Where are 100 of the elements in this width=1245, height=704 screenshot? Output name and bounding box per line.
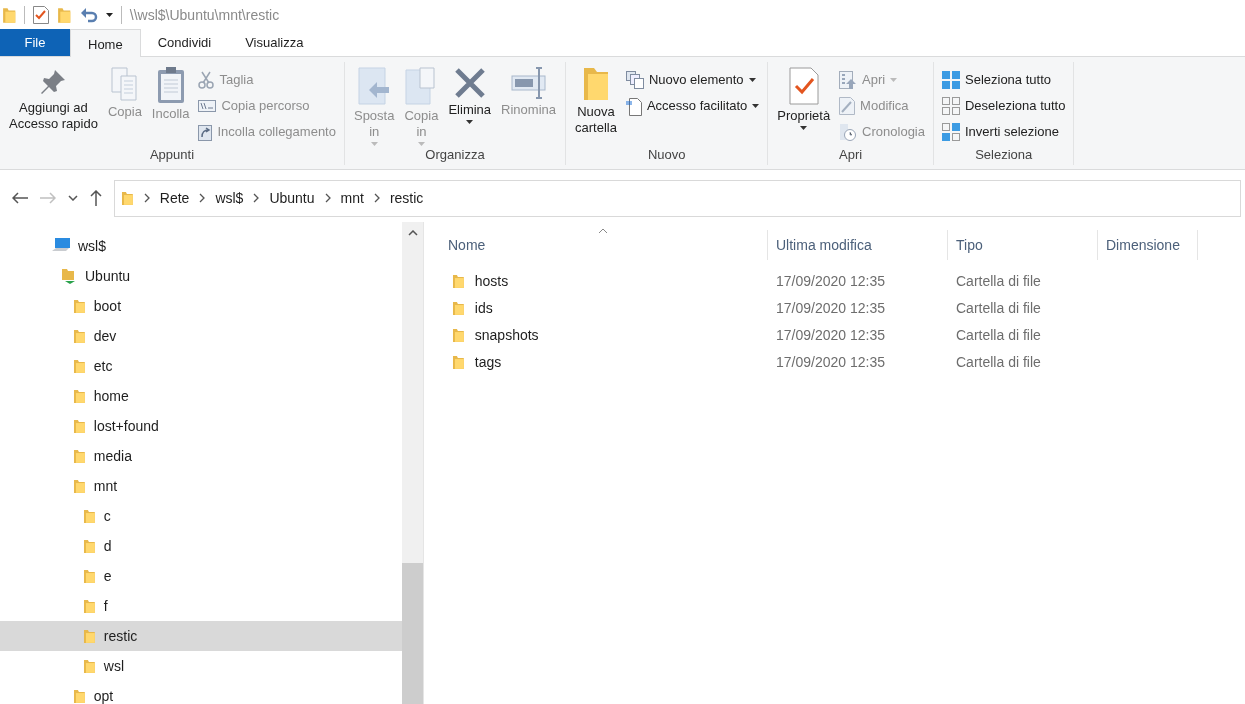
file-row[interactable]: hosts 17/09/2020 12:35 Cartella di file <box>440 267 1245 294</box>
back-arrow-icon <box>12 192 28 204</box>
folder-icon <box>83 568 96 584</box>
tree-item[interactable]: d <box>0 531 402 561</box>
folder-icon <box>83 628 96 644</box>
tree-label: opt <box>93 688 114 704</box>
ribbon-button[interactable]: Deseleziona tutto <box>940 94 1068 117</box>
tree-label: media <box>93 448 132 464</box>
file-row[interactable]: tags 17/09/2020 12:35 Cartella di file <box>440 348 1245 375</box>
tree-item[interactable]: f <box>0 591 402 621</box>
tree-label: lost+found <box>93 418 159 434</box>
column-header[interactable]: Ultima modifica <box>768 229 948 260</box>
tree-label: restic <box>103 628 138 644</box>
easy-access-icon <box>625 95 642 116</box>
tree-label: d <box>103 538 112 554</box>
breadcrumb[interactable]: restic <box>389 190 424 206</box>
group-label: Seleziona <box>974 147 1034 164</box>
ribbon-button[interactable]: Seleziona tutto <box>940 68 1068 91</box>
forward-arrow-icon <box>40 192 56 204</box>
file-tab[interactable]: File <box>0 29 70 56</box>
properties-icon <box>787 66 820 106</box>
sort-up-icon <box>598 228 608 234</box>
shortcut-icon <box>198 122 213 141</box>
ribbon-button[interactable]: Inverti selezione <box>940 120 1068 143</box>
folder-icon <box>73 448 86 464</box>
ribbon-tab[interactable]: Visualizza <box>228 29 321 56</box>
tree-item[interactable]: e <box>0 561 402 591</box>
caret-icon <box>370 142 378 146</box>
group-label: Nuovo <box>646 147 687 164</box>
tree-item[interactable]: wsl <box>0 651 402 681</box>
tree-item[interactable]: mnt <box>0 471 402 501</box>
chevron-right-icon <box>199 193 206 203</box>
tree-item[interactable]: boot <box>0 291 402 321</box>
tree-item[interactable]: opt <box>0 681 402 704</box>
tree-item[interactable]: etc <box>0 351 402 381</box>
ribbon-button[interactable]: Aggiungi ad Accesso rapido <box>6 66 101 147</box>
up-arrow-icon <box>90 190 102 206</box>
tree-item[interactable]: restic <box>0 621 402 651</box>
tree-label: wsl <box>103 658 125 674</box>
breadcrumb[interactable]: mnt <box>340 190 364 206</box>
ribbon-button[interactable]: Accesso facilitato <box>623 94 762 117</box>
tree-label: dev <box>93 328 117 344</box>
folder-icon <box>452 326 465 343</box>
properties-icon[interactable] <box>33 5 50 24</box>
chevron-down-icon <box>68 195 78 201</box>
tree-item[interactable]: c <box>0 501 402 531</box>
open-icon <box>839 70 858 89</box>
address-bar[interactable]: Rete wsl$ Ubuntu mnt restic <box>114 179 1241 217</box>
path-icon <box>198 99 217 112</box>
rename-icon <box>509 66 548 100</box>
file-name: hosts <box>473 272 509 289</box>
caret-icon <box>800 126 808 130</box>
file-row[interactable]: snapshots 17/09/2020 12:35 Cartella di file <box>440 321 1245 348</box>
ribbon-button[interactable]: Proprietà <box>774 66 834 147</box>
folder-icon <box>83 538 96 554</box>
scrollbar[interactable] <box>402 222 424 704</box>
tree-item[interactable]: lost+found <box>0 411 402 441</box>
file-name: ids <box>473 299 493 316</box>
select-all-icon <box>942 70 960 89</box>
folder-icon <box>73 358 86 374</box>
file-name: tags <box>473 353 502 370</box>
ribbon-button[interactable]: Nuova cartella <box>572 66 620 147</box>
computer-icon <box>52 238 70 254</box>
file-row[interactable]: ids 17/09/2020 12:35 Cartella di file <box>440 294 1245 321</box>
chevron-right-icon <box>253 193 260 203</box>
folder-icon <box>452 299 465 316</box>
breadcrumb[interactable]: Ubuntu <box>269 190 315 206</box>
group-label: Apri <box>838 147 864 164</box>
breadcrumb[interactable]: Rete <box>159 190 190 206</box>
column-header[interactable]: Tipo <box>948 229 1098 260</box>
tree-label: home <box>93 388 129 404</box>
tree-item[interactable]: dev <box>0 321 402 351</box>
tree-item[interactable]: wsl$ <box>0 231 402 261</box>
modified-date: 17/09/2020 12:35 <box>775 353 886 370</box>
tree-item[interactable]: media <box>0 441 402 471</box>
folder-icon <box>83 598 96 614</box>
group-label: Appunti <box>148 147 196 164</box>
column-header[interactable]: Dimensione <box>1098 229 1198 260</box>
ribbon-tab[interactable]: Home <box>70 29 141 58</box>
caret-icon <box>752 103 760 108</box>
tree-label: Ubuntu <box>85 268 131 284</box>
folder-icon <box>73 328 86 344</box>
tree-label: boot <box>93 298 122 314</box>
folder-icon <box>83 508 96 524</box>
ribbon-button[interactable]: Elimina <box>445 66 495 147</box>
tree-label: e <box>103 568 112 584</box>
caret-icon <box>466 120 474 124</box>
chevron-right-icon <box>143 193 150 203</box>
folder-icon <box>73 388 86 404</box>
tree-item[interactable]: home <box>0 381 402 411</box>
tree-item[interactable]: Ubuntu <box>0 261 402 291</box>
breadcrumb[interactable]: wsl$ <box>215 190 244 206</box>
ribbon-tab[interactable]: Condividi <box>140 29 229 56</box>
ribbon-button[interactable]: Nuovo elemento <box>623 68 762 91</box>
column-header[interactable]: Nome <box>440 229 768 260</box>
scrollbar-thumb[interactable] <box>402 563 423 704</box>
scroll-up-icon[interactable] <box>407 230 418 236</box>
file-type: Cartella di file <box>955 353 1042 370</box>
edit-icon <box>839 96 856 115</box>
select-none-icon <box>942 96 960 115</box>
